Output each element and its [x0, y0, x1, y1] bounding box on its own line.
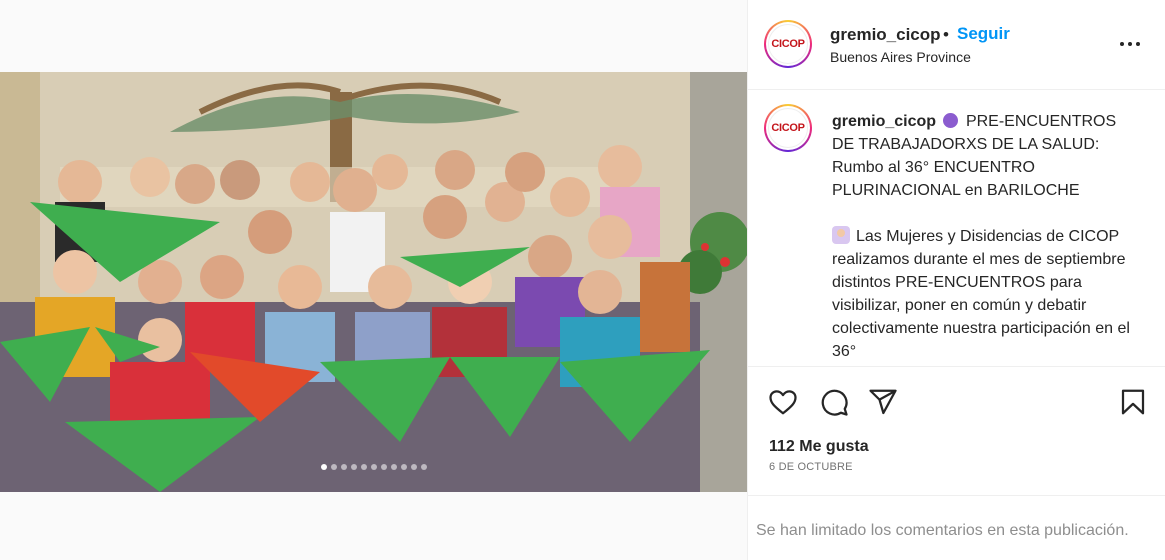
comment-icon[interactable] [819, 387, 849, 417]
follow-button[interactable]: Seguir [957, 24, 1010, 44]
location-link[interactable]: Buenos Aires Province [830, 49, 971, 65]
caption-username-link[interactable]: gremio_cicop [832, 113, 936, 130]
cicop-logo: CICOP [768, 24, 808, 64]
woman-raising-hand-icon [832, 226, 850, 244]
post-date: 6 DE OCTUBRE [769, 461, 853, 473]
media-pane [0, 0, 747, 560]
carousel-dot[interactable] [410, 464, 417, 470]
comments-limited-notice: Se han limitado los comentarios en esta … [756, 522, 1129, 539]
caption-avatar[interactable]: CICOP [764, 104, 812, 152]
more-options-icon[interactable] [1120, 36, 1144, 52]
carousel-dot[interactable] [390, 464, 397, 470]
cicop-logo: CICOP [768, 108, 808, 148]
post-header: CICOP gremio_cicop • Seguir Buenos Aires… [748, 0, 1165, 90]
caption-area: CICOP gremio_cicop PRE-ENCUENTROS DE TRA… [748, 91, 1165, 366]
carousel-dot[interactable] [370, 464, 377, 470]
post-actions: 112 Me gusta 6 DE OCTUBRE [748, 366, 1165, 496]
avatar[interactable]: CICOP [764, 20, 812, 68]
paper-plane-icon[interactable] [868, 387, 898, 417]
carousel-dot[interactable] [360, 464, 367, 470]
carousel-dot[interactable] [400, 464, 407, 470]
caption-line-2: Las Mujeres y Disidencias de CICOP reali… [832, 228, 1130, 360]
carousel-dot[interactable] [380, 464, 387, 470]
post-side-panel: CICOP gremio_cicop • Seguir Buenos Aires… [747, 0, 1165, 560]
post-photo[interactable] [0, 72, 747, 492]
carousel-dot[interactable] [420, 464, 427, 470]
carousel-dot[interactable] [350, 464, 357, 470]
heart-icon[interactable] [768, 387, 798, 417]
carousel-dot[interactable] [340, 464, 347, 470]
separator-dot: • [943, 25, 949, 44]
username-link[interactable]: gremio_cicop [830, 25, 941, 45]
carousel-dot[interactable] [330, 464, 337, 470]
carousel-dots [0, 464, 747, 470]
group-photo-illustration [0, 72, 747, 492]
bookmark-icon[interactable] [1118, 387, 1148, 417]
carousel-dot-active[interactable] [320, 464, 327, 470]
purple-circle-icon [943, 113, 959, 128]
caption-text: gremio_cicop PRE-ENCUENTROS DE TRABAJADO… [832, 110, 1132, 363]
likes-count[interactable]: 112 Me gusta [769, 438, 869, 456]
